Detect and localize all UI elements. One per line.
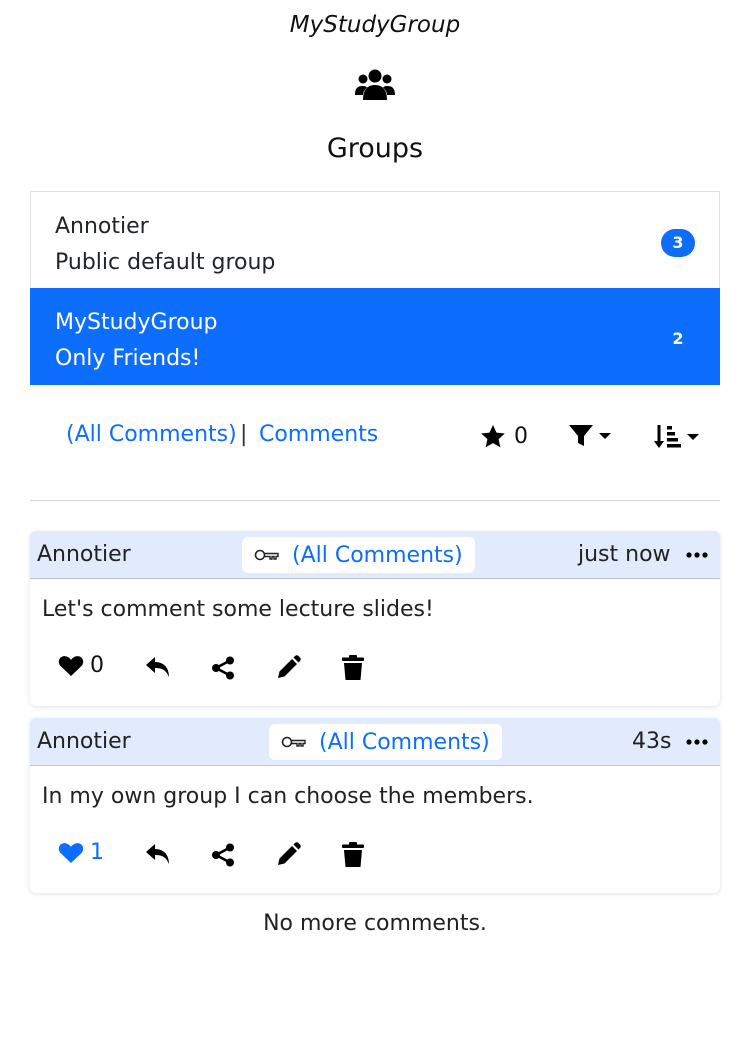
comment-time: just now <box>578 542 671 567</box>
app-title: MyStudyGroup <box>289 12 461 38</box>
group-count-badge: 2 <box>672 329 684 348</box>
divider <box>30 500 720 501</box>
comment-time: 43s <box>632 729 672 754</box>
groups-heading: Groups <box>326 133 424 164</box>
caret-down-icon <box>599 433 611 439</box>
comment-text: Let's comment some lecture slides! <box>42 597 434 622</box>
star-icon <box>481 425 505 448</box>
comment-author[interactable]: Annotier <box>37 542 131 567</box>
comment-group-chip[interactable]: (All Comments) <box>242 537 475 573</box>
tab-comments[interactable]: Comments <box>259 422 378 447</box>
sort-amount-down-icon <box>654 425 681 448</box>
star-count: 0 <box>514 424 528 449</box>
filter-dropdown[interactable] <box>568 424 612 448</box>
comment-card: Annotier (All Comments) 43s In my own gr… <box>30 718 720 893</box>
key-icon <box>281 736 306 748</box>
group-item-mystudygroup[interactable]: MyStudyGroup Only Friends! 2 <box>30 288 720 385</box>
comment-group-label: (All Comments) <box>319 729 490 755</box>
group-description: Only Friends! <box>55 346 201 371</box>
filter-icon <box>569 425 593 446</box>
heart-icon <box>58 842 84 863</box>
share-icon[interactable] <box>211 843 235 867</box>
like-button[interactable]: 0 <box>58 653 104 678</box>
caret-down-icon <box>687 434 699 440</box>
heart-icon <box>58 655 84 676</box>
edit-icon[interactable] <box>275 655 301 681</box>
like-count: 0 <box>90 653 104 678</box>
more-options-icon[interactable] <box>686 733 708 751</box>
group-count-badge: 3 <box>661 229 695 257</box>
like-count: 1 <box>90 840 104 865</box>
group-description: Public default group <box>55 250 276 275</box>
reply-icon[interactable] <box>145 843 171 865</box>
share-icon[interactable] <box>211 656 235 680</box>
more-options-icon[interactable] <box>686 546 708 564</box>
group-name: MyStudyGroup <box>55 310 218 335</box>
group-list: Annotier Public default group 3 MyStudyG… <box>30 191 720 385</box>
no-more-comments: No more comments. <box>263 911 487 936</box>
edit-icon[interactable] <box>275 842 301 868</box>
like-button[interactable]: 1 <box>58 840 104 865</box>
sort-dropdown[interactable] <box>654 424 700 450</box>
group-item-annotier[interactable]: Annotier Public default group 3 <box>30 191 720 288</box>
comment-card: Annotier (All Comments) just now Let's c… <box>30 531 720 706</box>
comment-text: In my own group I can choose the members… <box>42 784 534 809</box>
comment-author[interactable]: Annotier <box>37 729 131 754</box>
key-icon <box>254 549 279 561</box>
tab-separator: | <box>240 422 248 447</box>
trash-icon[interactable] <box>342 842 364 868</box>
reply-icon[interactable] <box>145 656 171 678</box>
comment-header: Annotier (All Comments) 43s <box>30 718 720 766</box>
comment-header: Annotier (All Comments) just now <box>30 531 720 579</box>
starred-filter-button[interactable]: 0 <box>480 424 528 449</box>
users-icon <box>355 69 395 100</box>
comment-group-chip[interactable]: (All Comments) <box>269 724 502 760</box>
trash-icon[interactable] <box>342 655 364 681</box>
comment-group-label: (All Comments) <box>292 542 463 568</box>
tab-all-comments[interactable]: (All Comments) <box>66 422 237 447</box>
filter-bar: (All Comments) | Comments 0 <box>30 418 720 458</box>
group-name: Annotier <box>55 214 149 239</box>
